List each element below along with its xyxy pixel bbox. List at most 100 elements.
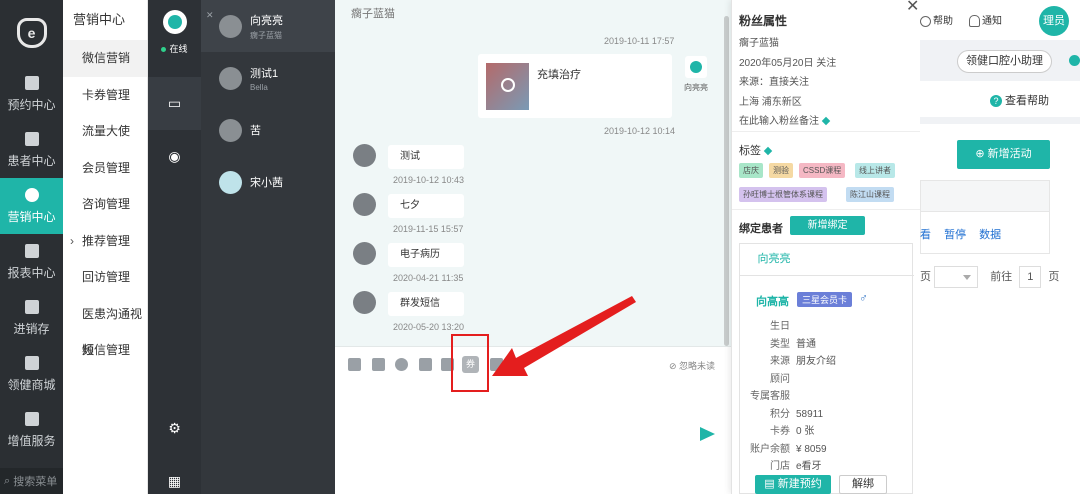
top-bar: 帮助 通知 理员: [920, 0, 1080, 40]
submenu-item-traffic[interactable]: 流量大使: [63, 113, 147, 150]
divider: [740, 275, 914, 276]
tag: 线上讲者: [855, 163, 895, 178]
add-activity-button[interactable]: ⊕ 新增活动: [957, 140, 1050, 169]
submenu-item-wechat[interactable]: 微信营销: [63, 40, 147, 77]
background-app: 帮助 通知 理员 领健口腔小助理 ? 查看帮助 ⊕ 新增活动 看 暂停 数据 页 …: [920, 0, 1080, 494]
clinic-avatar[interactable]: [162, 10, 187, 34]
app-logo[interactable]: e: [0, 0, 63, 66]
annotation-arrow-shape: [492, 296, 636, 376]
field-label: 账户余额: [750, 444, 790, 455]
article-card[interactable]: 充填治疗: [478, 54, 672, 118]
message-bubble: 电子病历: [388, 243, 464, 267]
template-icon[interactable]: [419, 358, 432, 371]
add-binding-button[interactable]: 新增绑定: [790, 216, 865, 235]
submenu-item-sms[interactable]: 短信管理: [63, 332, 147, 369]
submenu-item-members[interactable]: 会员管理: [63, 150, 147, 187]
chart-icon: [24, 243, 39, 258]
gear-icon[interactable]: [1069, 55, 1080, 66]
submenu-item-coupons[interactable]: 卡券管理: [63, 77, 147, 114]
nav-item-shop[interactable]: 领健商城: [0, 346, 63, 402]
help-link[interactable]: 帮助: [920, 12, 953, 27]
tab-patient[interactable]: 向亮亮: [740, 244, 808, 275]
activity-card: ⊕ 新增活动 看 暂停 数据 页 前往 1 页: [920, 124, 1080, 494]
pause-link[interactable]: 暂停: [944, 229, 966, 241]
fan-note[interactable]: 在此输入粉丝备注: [739, 112, 831, 127]
avatar[interactable]: 理员: [1039, 6, 1069, 36]
grid-icon: ▦: [167, 473, 182, 489]
conversation-name: 向亮亮: [250, 14, 283, 27]
main-nav: e 预约中心 患者中心 营销中心 报表中心 进销存 领健商城 增值服务 ⌕ 搜索…: [0, 0, 63, 494]
fan-icon: [24, 187, 39, 202]
chat-messages-button[interactable]: ▭: [148, 77, 201, 130]
nav-item-reports[interactable]: 报表中心: [0, 234, 63, 290]
sender-avatar: [685, 56, 707, 78]
ignore-unread-button[interactable]: ⊘ 忽略未读: [669, 359, 715, 372]
nav-item-appointment[interactable]: 预约中心: [0, 66, 63, 122]
nav-item-marketing[interactable]: 营销中心: [0, 178, 63, 234]
chat-contacts-button[interactable]: ◉: [148, 130, 201, 183]
timestamp: 2019-10-11 17:57: [604, 36, 675, 46]
conversation-item[interactable]: 宋小茜: [201, 156, 335, 208]
page-number-input[interactable]: 1: [1019, 266, 1042, 288]
data-link[interactable]: 数据: [979, 229, 1001, 241]
nav-item-value-added[interactable]: 增值服务: [0, 402, 63, 458]
conversation-name: 苦: [250, 125, 261, 137]
eye-off-icon: ⊘: [668, 361, 679, 371]
submenu-item-referral[interactable]: › 推荐管理: [63, 223, 147, 260]
tag: 测验: [769, 163, 793, 178]
chat-scrollbar[interactable]: [724, 16, 729, 346]
chat-apps-button[interactable]: ▦: [148, 455, 201, 494]
patient-card: 向亮亮 向高高 三星会员卡 ♂ 生日 类型 普通 来源 朋友介绍 顾问 专属客服 积…: [739, 243, 914, 494]
ignore-unread-label: 忽略未读: [678, 361, 715, 371]
view-link[interactable]: 看: [920, 229, 931, 241]
calendar-icon: ▤: [764, 478, 778, 490]
page-size-select[interactable]: [934, 266, 979, 288]
conversation-item[interactable]: 苦: [201, 104, 335, 156]
chat-settings-button[interactable]: ⚙: [148, 402, 201, 455]
nav-item-patient[interactable]: 患者中心: [0, 122, 63, 178]
field-value: e看牙: [796, 461, 822, 472]
field-value: 朋友介绍: [796, 356, 836, 367]
file-icon[interactable]: [372, 358, 385, 371]
message-icon: ▭: [167, 95, 182, 111]
assistant-tab[interactable]: 领健口腔小助理: [957, 50, 1052, 73]
field-label: 生日: [770, 321, 790, 332]
menu-search[interactable]: ⌕ 搜索菜单: [0, 468, 63, 494]
pencil-icon[interactable]: [763, 146, 773, 156]
new-appointment-button[interactable]: ▤ 新建预约: [755, 475, 831, 494]
conversation-item[interactable]: ✕ 向亮亮 瘸子蓝猫: [201, 0, 335, 52]
conversation-name: 宋小茜: [250, 177, 283, 189]
conversation-item[interactable]: 测试1 Bella: [201, 52, 335, 104]
emoji-icon[interactable]: [395, 358, 408, 371]
patient-name[interactable]: 向高高: [756, 293, 789, 309]
avatar: [219, 66, 242, 90]
submenu-item-followup[interactable]: 回访管理: [63, 259, 147, 296]
send-icon[interactable]: [700, 427, 715, 441]
tag: 孙旺博士根管体系课程: [739, 187, 827, 202]
field-value: 58911: [796, 409, 824, 420]
nav-item-inventory[interactable]: 进销存: [0, 290, 63, 346]
field-service: 专属客服: [740, 387, 796, 402]
field-value: 普通: [796, 339, 816, 350]
nav-label: 预约中心: [7, 97, 56, 112]
submenu-item-consult[interactable]: 咨询管理: [63, 186, 147, 223]
nav-label: 增值服务: [7, 433, 56, 448]
view-help-label: 查看帮助: [1005, 95, 1049, 107]
image-icon[interactable]: [348, 358, 361, 371]
unbind-button[interactable]: 解绑: [839, 475, 887, 494]
online-status[interactable]: 在线: [148, 42, 201, 55]
close-icon[interactable]: ✕: [206, 10, 214, 21]
notify-link[interactable]: 通知: [969, 12, 1002, 28]
close-icon[interactable]: ✕: [906, 0, 919, 16]
field-label: 专属客服: [750, 391, 790, 402]
bind-patient-label: 绑定患者: [739, 223, 783, 235]
marketing-submenu: 营销中心 微信营销 卡券管理 流量大使 会员管理 咨询管理 › 推荐管理 回访管理…: [63, 0, 148, 494]
field-value: ¥ 8059: [796, 444, 827, 455]
field-store: 门店 e看牙: [740, 457, 822, 472]
help-card: ? 查看帮助: [920, 81, 1080, 117]
submenu-item-video[interactable]: 医患沟通视频: [63, 296, 147, 358]
tag: 店庆: [739, 163, 763, 178]
view-help-link[interactable]: ? 查看帮助: [990, 92, 1049, 108]
grid-icon: [24, 411, 39, 426]
pagination: 页 前往 1 页: [920, 266, 1059, 288]
